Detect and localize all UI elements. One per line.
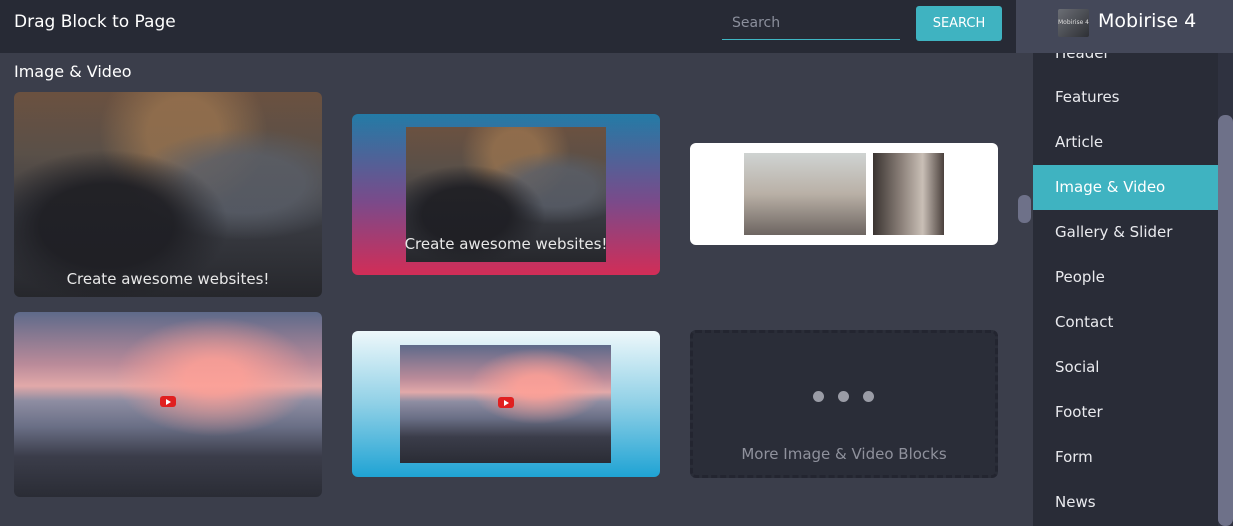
more-blocks-card[interactable]: More Image & Video Blocks bbox=[690, 330, 998, 478]
more-dots-icon bbox=[838, 391, 849, 402]
card-preview-image-hallway bbox=[873, 153, 944, 235]
sidebar-item-label: Form bbox=[1055, 448, 1093, 466]
search-input[interactable] bbox=[722, 8, 900, 38]
sidebar-item-news[interactable]: News bbox=[1033, 480, 1218, 525]
more-blocks-label: More Image & Video Blocks bbox=[741, 445, 947, 463]
block-card-two-images[interactable] bbox=[690, 143, 998, 245]
sidebar-item-label: Image & Video bbox=[1055, 178, 1166, 196]
search-button[interactable]: SEARCH bbox=[916, 6, 1002, 41]
more-dots-icon bbox=[863, 391, 874, 402]
top-bar: Drag Block to Page SEARCH bbox=[0, 0, 1016, 53]
section-title: Image & Video bbox=[14, 62, 132, 81]
block-category-sidebar: Header Features Article Image & Video Ga… bbox=[1033, 53, 1218, 526]
content-scrollbar-track bbox=[1016, 53, 1033, 526]
sidebar-item-people[interactable]: People bbox=[1033, 255, 1218, 300]
sidebar-header: Mobirise 4 Mobirise 4 bbox=[1016, 0, 1233, 53]
sidebar-item-gallery-slider[interactable]: Gallery & Slider bbox=[1033, 210, 1218, 255]
sidebar-item-article[interactable]: Article bbox=[1033, 120, 1218, 165]
youtube-play-icon[interactable] bbox=[160, 396, 176, 407]
sidebar-item-footer[interactable]: Footer bbox=[1033, 390, 1218, 435]
sidebar-item-label: Header bbox=[1055, 53, 1110, 62]
brand-name: Mobirise 4 bbox=[1098, 10, 1197, 32]
sidebar-item-label: Social bbox=[1055, 358, 1100, 376]
sidebar-item-image-video[interactable]: Image & Video bbox=[1033, 165, 1218, 210]
sidebar-item-features[interactable]: Features bbox=[1033, 75, 1218, 120]
sidebar-scrollbar-thumb[interactable] bbox=[1218, 115, 1233, 526]
sidebar-item-contact[interactable]: Contact bbox=[1033, 300, 1218, 345]
card-preview-image-meeting bbox=[744, 153, 866, 235]
mobirise-logo: Mobirise 4 bbox=[1058, 9, 1089, 37]
more-dots-icon bbox=[813, 391, 824, 402]
card-overlay-text: Create awesome websites! bbox=[66, 270, 270, 288]
sidebar-item-label: Contact bbox=[1055, 313, 1114, 331]
content-scrollbar-thumb[interactable] bbox=[1018, 195, 1031, 223]
page-title: Drag Block to Page bbox=[14, 12, 176, 32]
sidebar-item-label: Gallery & Slider bbox=[1055, 223, 1173, 241]
youtube-play-icon[interactable] bbox=[498, 397, 514, 408]
sidebar-item-social[interactable]: Social bbox=[1033, 345, 1218, 390]
sidebar-item-label: People bbox=[1055, 268, 1105, 286]
card-overlay-text: Create awesome websites! bbox=[404, 235, 608, 253]
sidebar-item-label: Footer bbox=[1055, 403, 1103, 421]
search-field[interactable] bbox=[722, 8, 900, 40]
block-card-image-gradient[interactable]: Create awesome websites! bbox=[352, 114, 660, 275]
block-card-video-framed[interactable] bbox=[352, 331, 660, 477]
sidebar-item-label: Article bbox=[1055, 133, 1104, 151]
sidebar-item-header[interactable]: Header bbox=[1033, 53, 1218, 76]
sidebar-item-label: Features bbox=[1055, 88, 1120, 106]
block-card-video-full[interactable] bbox=[14, 312, 322, 497]
sidebar-item-label: News bbox=[1055, 493, 1096, 511]
sidebar-item-form[interactable]: Form bbox=[1033, 435, 1218, 480]
block-card-image-text[interactable]: Create awesome websites! bbox=[14, 92, 322, 297]
